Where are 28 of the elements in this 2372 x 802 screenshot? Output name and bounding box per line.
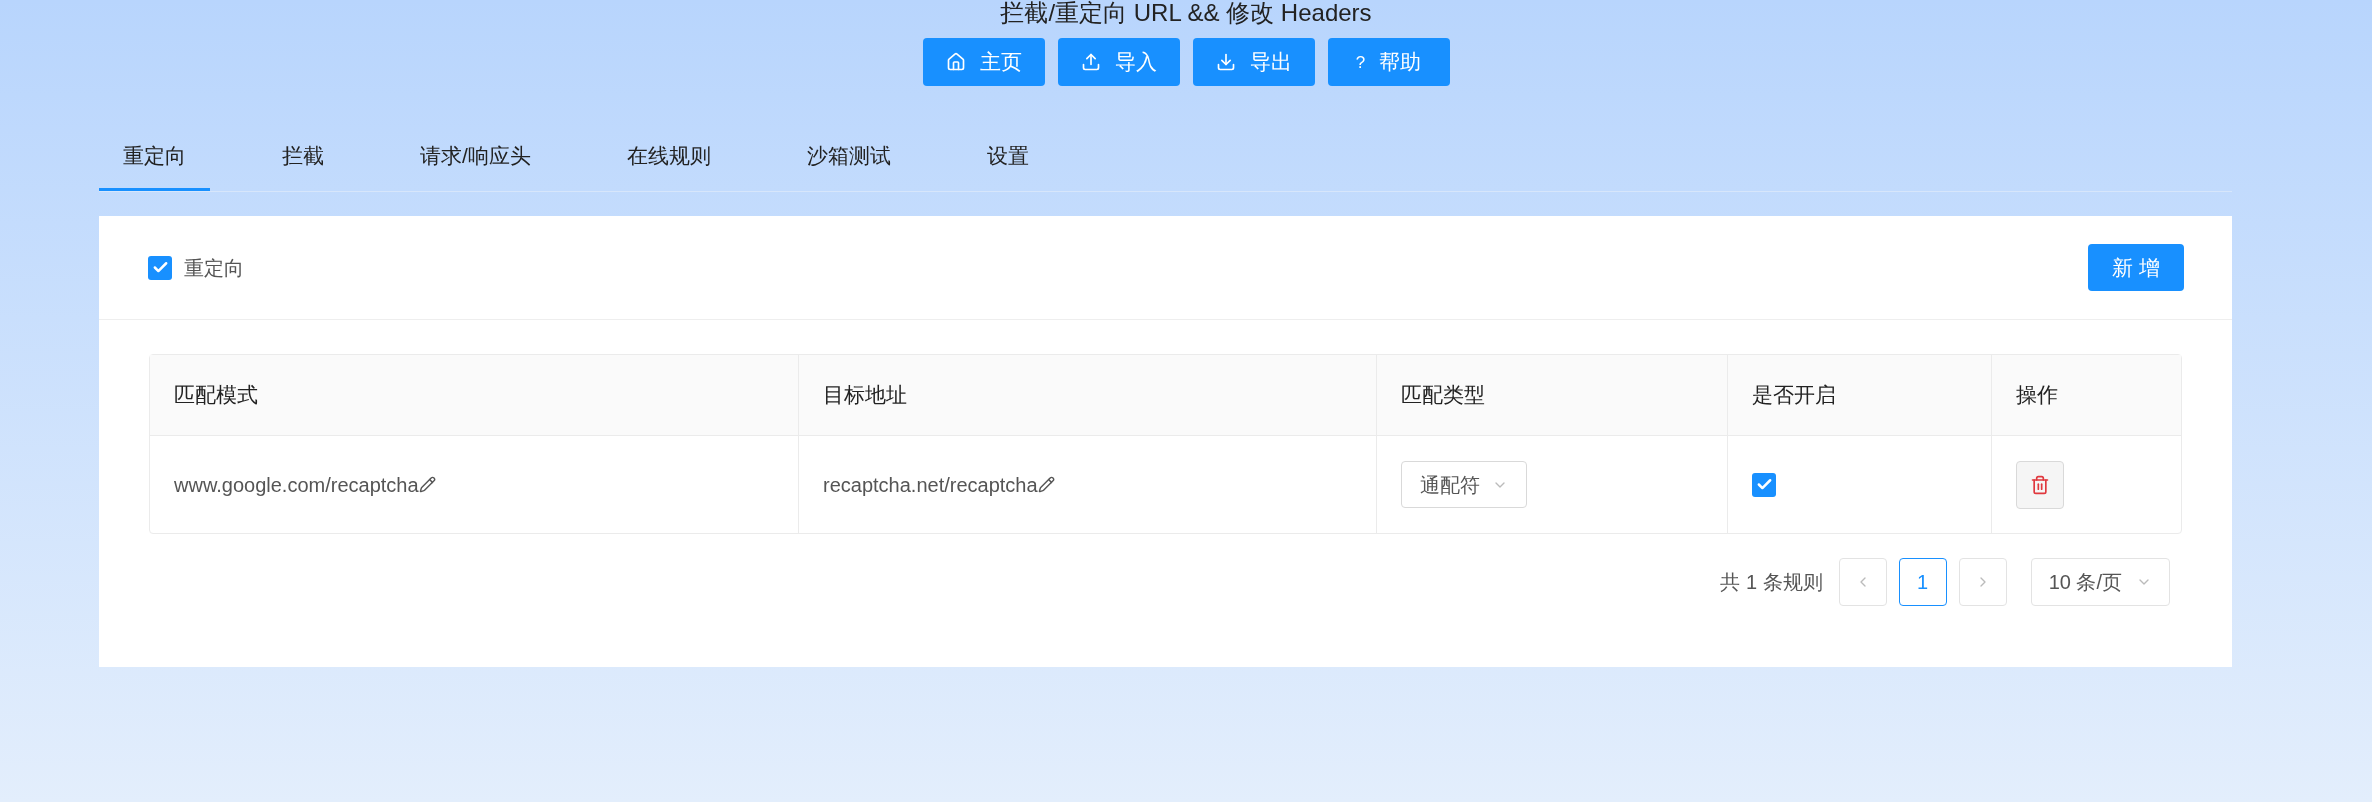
tab[interactable]: 沙箱测试 — [782, 124, 915, 191]
help-icon: ? — [1355, 53, 1366, 71]
download-icon — [1215, 52, 1236, 72]
home-icon — [945, 52, 966, 72]
table-cell-text: www.google.com/recaptcha — [174, 472, 419, 498]
upload-icon — [1080, 52, 1101, 72]
edit-icon[interactable] — [1037, 476, 1055, 493]
checkbox[interactable] — [1752, 472, 1776, 497]
column-header: 是否开启 — [1752, 382, 1836, 409]
tab[interactable]: 在线规则 — [602, 124, 735, 191]
tab[interactable]: 请求/响应头 — [396, 124, 555, 191]
tab[interactable]: 拦截 — [258, 124, 348, 191]
column-header: 匹配类型 — [1401, 382, 1485, 409]
tab[interactable]: 设置 — [962, 124, 1053, 191]
trash-icon — [2030, 474, 2050, 495]
checkbox-label: 重定向 — [184, 255, 244, 281]
page-size-select[interactable]: 10 条/页 — [2030, 558, 2170, 606]
column-header: 匹配模式 — [174, 382, 258, 409]
total-count: 共 1 条规则 — [1720, 570, 1823, 595]
tab[interactable]: 重定向 — [99, 124, 210, 191]
edit-icon[interactable] — [418, 476, 436, 493]
column-header: 操作 — [2016, 382, 2058, 409]
checkbox[interactable] — [148, 255, 172, 280]
table-cell-text: recaptcha.net/recaptcha — [823, 472, 1038, 498]
select-field[interactable]: 通配符 — [1401, 461, 1527, 508]
column-header: 目标地址 — [823, 382, 907, 409]
page-title: 拦截/重定向 URL && 修改 Headers — [1000, 0, 1372, 26]
delete-button[interactable] — [2016, 460, 2064, 509]
